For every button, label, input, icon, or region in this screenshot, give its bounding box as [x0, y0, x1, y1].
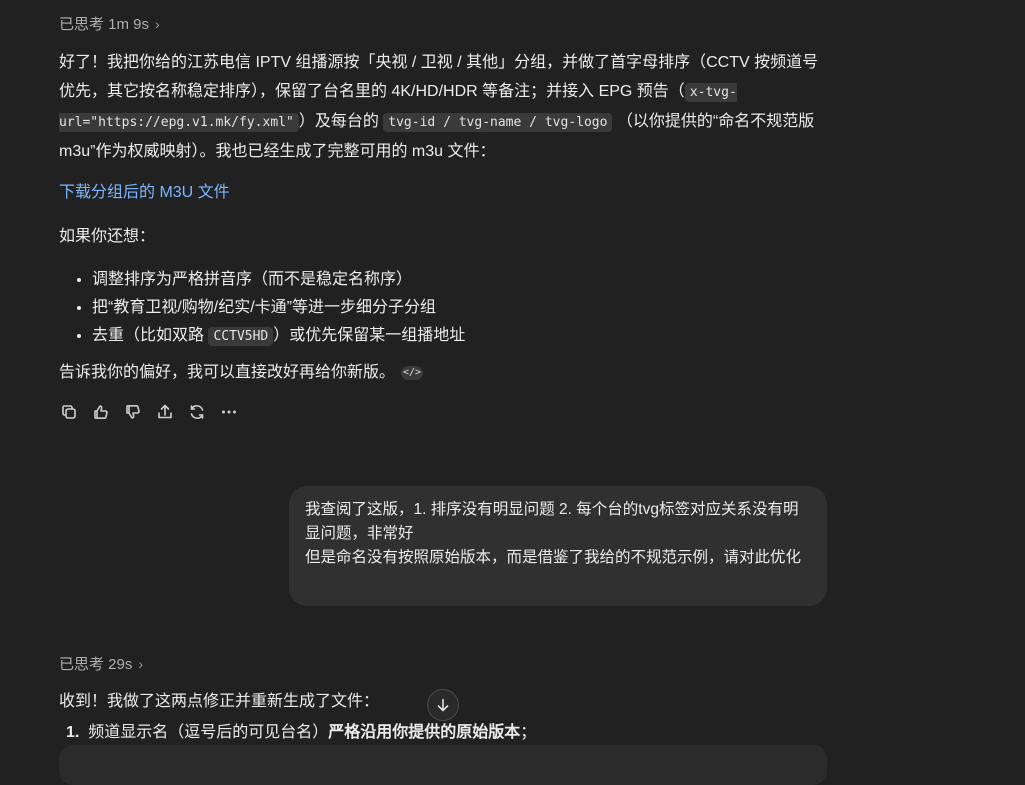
user-message-bubble: 我查阅了这版，1. 排序没有明显问题 2. 每个台的tvg标签对应关系没有明显问…: [289, 486, 827, 606]
list-number: 1.: [66, 724, 80, 741]
scroll-down-button[interactable]: [427, 689, 459, 721]
list-item: 把“教育卫视/购物/纪实/卡通”等进一步细分子分组: [92, 294, 829, 322]
suggestion-list: 调整排序为严格拼音序（而不是稳定名称序） 把“教育卫视/购物/纪实/卡通”等进一…: [59, 266, 829, 351]
more-icon[interactable]: [219, 402, 239, 422]
list-item: 调整排序为严格拼音序（而不是稳定名称序）: [92, 266, 829, 294]
user-message-line: 但是命名没有按照原始版本，而是借鉴了我给的不规范示例，请对此优化: [305, 549, 802, 566]
download-link[interactable]: 下载分组后的 M3U 文件: [59, 184, 230, 201]
paragraph-text: ）及每台的: [298, 113, 379, 130]
thought-toggle[interactable]: 已思考 29s ›: [59, 653, 829, 674]
more-intro: 如果你还想：: [59, 228, 156, 245]
inline-code: CCTV5HD: [208, 327, 274, 346]
list-item: 去重（比如双路 CCTV5HD）或优先保留某一组播地址: [92, 322, 829, 351]
copy-icon[interactable]: [59, 402, 79, 422]
list-item-text: 去重（比如双路: [92, 327, 205, 344]
thought-label: 已思考 29s: [59, 656, 133, 673]
list-item-text: 调整排序为严格拼音序（而不是稳定名称序）: [92, 271, 413, 288]
code-block: [59, 745, 827, 785]
arrow-down-icon: [437, 698, 449, 712]
user-message-line: 我查阅了这版，1. 排序没有明显问题 2. 每个台的tvg标签对应关系没有明显问…: [305, 501, 799, 542]
message-actions: [59, 402, 239, 422]
share-icon[interactable]: [155, 402, 175, 422]
thumbs-down-icon[interactable]: [123, 402, 143, 422]
list-item-text: ；: [520, 724, 537, 741]
chevron-right-icon: ›: [155, 15, 160, 32]
thought-label: 已思考 1m 9s: [59, 16, 150, 33]
list-item-text: 把“教育卫视/购物/纪实/卡通”等进一步细分子分组: [92, 299, 436, 316]
list-item-text: 频道显示名（逗号后的可见台名）: [88, 724, 329, 741]
list-item-bold: 严格沿用你提供的原始版本: [328, 724, 521, 741]
list-item-text: ）或优先保留某一组播地址: [273, 327, 466, 344]
fix-list: 1. 频道显示名（逗号后的可见台名）严格沿用你提供的原始版本；: [66, 719, 836, 747]
thumbs-up-icon[interactable]: [91, 402, 111, 422]
closing-text: 告诉我你的偏好，我可以直接改好再给你新版。: [59, 364, 396, 381]
inline-code: tvg-id / tvg-name / tvg-logo: [383, 113, 613, 132]
regenerate-icon[interactable]: [187, 402, 207, 422]
closing-line: 告诉我你的偏好，我可以直接改好再给你新版。 </>: [59, 358, 829, 387]
chevron-right-icon: ›: [138, 655, 144, 672]
code-chip[interactable]: </>: [401, 365, 424, 380]
list-item: 1. 频道显示名（逗号后的可见台名）严格沿用你提供的原始版本；: [66, 719, 836, 747]
thought-toggle[interactable]: 已思考 1m 9s ›: [59, 13, 829, 34]
assistant-paragraph: 好了！我把你给的江苏电信 IPTV 组播源按「央视 / 卫视 / 其他」分组，并…: [59, 48, 829, 166]
